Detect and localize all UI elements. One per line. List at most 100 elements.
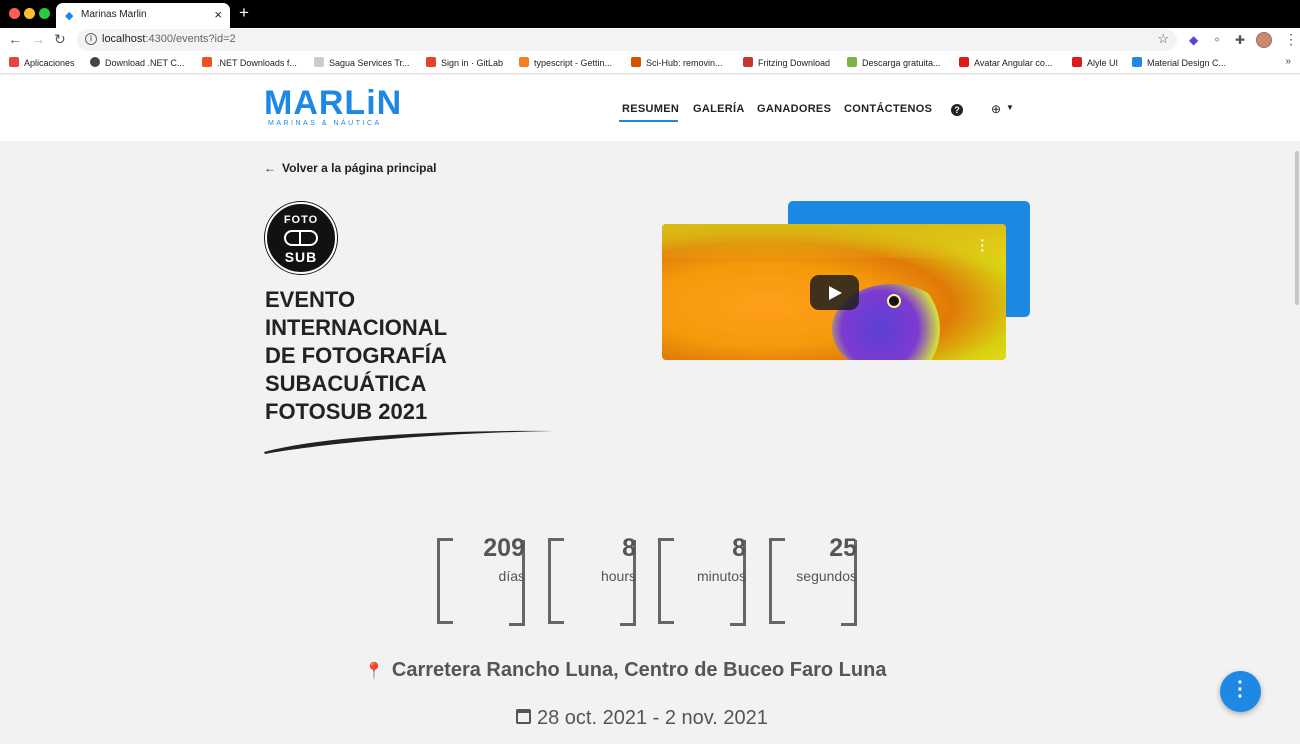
material-design-icon [1132, 57, 1142, 67]
microsoft-icon [202, 57, 212, 67]
event-video[interactable]: · · · [662, 224, 1006, 360]
bookmark-item[interactable]: Aplicaciones [9, 57, 75, 68]
video-frame-band [662, 224, 1006, 258]
back-to-home-link[interactable]: ← Volver a la página principal [264, 161, 437, 175]
event-title-line: FOTOSUB 2021 [265, 399, 428, 424]
bookmark-item[interactable]: Sagua Services Tr... [314, 57, 410, 68]
dates-text: 28 oct. 2021 - 2 nov. 2021 [537, 707, 768, 729]
event-title: EVENTO INTERNACIONAL DE FOTOGRAFÍA SUBAC… [265, 286, 447, 426]
browser-menu-icon[interactable]: ⋮ [1284, 31, 1298, 48]
countdown-label: hours [600, 568, 636, 584]
stackoverflow-icon [519, 57, 529, 67]
bracket-corner [548, 538, 564, 624]
extension-icon[interactable]: ⚬ [1212, 33, 1222, 47]
bookmark-item[interactable]: Fritzing Download [743, 57, 830, 68]
countdown-days: 209 días [437, 534, 525, 626]
scrollbar-thumb[interactable] [1295, 151, 1299, 305]
scihub-icon [631, 57, 641, 67]
bookmark-label: .NET Downloads f... [217, 58, 297, 68]
bookmark-item[interactable]: Sign in · GitLab [426, 57, 503, 68]
bracket-corner [769, 538, 785, 624]
close-window-button[interactable] [9, 8, 20, 19]
close-tab-icon[interactable]: × [214, 7, 222, 22]
help-icon[interactable]: ? [951, 104, 963, 116]
bookmark-label: typescript - Gettin... [534, 58, 613, 68]
bookmark-star-icon[interactable]: ☆ [1157, 31, 1169, 47]
countdown-label: minutos [696, 568, 746, 584]
video-more-icon[interactable]: · · · [980, 233, 985, 257]
bookmark-label: Sign in · GitLab [441, 58, 504, 68]
bracket-corner [658, 538, 674, 624]
floating-menu-button[interactable]: · · · [1220, 671, 1261, 712]
event-title-line: EVENTO [265, 287, 356, 312]
fotosub-logo: FOTO SUB [265, 202, 337, 274]
bookmark-label: Aplicaciones [24, 58, 75, 68]
bookmarks-bar: Aplicaciones Download .NET C... .NET Dow… [0, 53, 1300, 74]
marlin-logo[interactable]: MARLiN MARINAS & NÁUTICA [264, 86, 401, 132]
android-icon [847, 57, 857, 67]
angular-icon [959, 57, 969, 67]
url-path: :4300/events?id=2 [145, 33, 236, 45]
back-arrow-icon[interactable]: ← [8, 31, 22, 47]
countdown-value: 25 [829, 534, 857, 562]
bookmark-label: Sagua Services Tr... [329, 58, 410, 68]
bookmark-item[interactable]: Alyle UI [1072, 57, 1118, 68]
logo-tagline: MARINAS & NÁUTICA [268, 120, 382, 127]
minimize-window-button[interactable] [24, 8, 35, 19]
nav-ganadores[interactable]: GANADORES [757, 103, 831, 115]
globe-icon[interactable]: ⊕ [991, 102, 1001, 116]
site-info-icon[interactable]: i [85, 33, 97, 45]
bookmark-item[interactable]: typescript - Gettin... [519, 57, 612, 68]
apps-grid-icon [9, 57, 19, 67]
caret-down-icon[interactable]: ▼ [1006, 103, 1014, 112]
forward-arrow-icon[interactable]: → [31, 31, 45, 47]
nav-contactenos[interactable]: CONTÁCTENOS [844, 103, 932, 115]
diving-mask-icon [284, 230, 318, 246]
bookmark-item[interactable]: .NET Downloads f... [202, 57, 297, 68]
address-bar[interactable]: i localhost:4300/events?id=2 ☆ [77, 29, 1177, 51]
site-header: MARLiN MARINAS & NÁUTICA RESUMEN GALERÍA… [0, 75, 1300, 141]
countdown-value: 8 [622, 534, 636, 562]
reload-icon[interactable]: ↻ [54, 31, 66, 48]
browser-tab-bar: ◆ Marinas Marlin × + [0, 0, 1300, 28]
marlin-favicon-icon: ◆ [65, 10, 74, 22]
countdown-seconds: 25 segundos [769, 534, 857, 626]
countdown-hours: 8 hours [548, 534, 636, 626]
video-fish-eye [887, 294, 901, 308]
title-underline-swoosh [264, 430, 553, 454]
new-tab-button[interactable]: + [239, 3, 249, 23]
bookmark-item[interactable]: Avatar Angular co... [959, 57, 1052, 68]
gitlab-icon [426, 57, 436, 67]
bookmark-label: Material Design C... [1147, 58, 1227, 68]
location-text: Carretera Rancho Luna, Centro de Buceo F… [391, 659, 887, 681]
dotnet-icon [90, 57, 100, 67]
play-icon[interactable] [810, 275, 859, 310]
tab-title: Marinas Marlin [81, 9, 147, 20]
page-scrollbar[interactable] [1294, 75, 1300, 744]
event-title-line: SUBACUÁTICA [265, 371, 427, 396]
extensions-puzzle-icon[interactable]: ✚ [1235, 33, 1245, 47]
fotosub-logo-bottom: SUB [284, 249, 318, 265]
event-title-line: INTERNACIONAL [265, 315, 448, 340]
map-pin-icon: 📍 [364, 663, 384, 680]
bookmark-item[interactable]: Material Design C... [1132, 57, 1226, 68]
calendar-icon [516, 709, 531, 724]
vertical-dots-icon: · · · [1237, 672, 1244, 708]
nav-resumen[interactable]: RESUMEN [622, 103, 679, 115]
nav-galeria[interactable]: GALERÍA [693, 103, 745, 115]
event-dates: 28 oct. 2021 - 2 nov. 2021 [516, 707, 768, 730]
browser-tab[interactable]: ◆ Marinas Marlin × [56, 3, 230, 28]
countdown-minutes: 8 minutos [658, 534, 746, 626]
bookmark-item[interactable]: Descarga gratuita... [847, 57, 941, 68]
maximize-window-button[interactable] [39, 8, 50, 19]
bookmark-item[interactable]: Sci-Hub: removin... [631, 57, 723, 68]
event-title-line: DE FOTOGRAFÍA [265, 343, 447, 368]
event-location: 📍 Carretera Rancho Luna, Centro de Buceo … [364, 659, 886, 682]
url-text[interactable]: localhost:4300/events?id=2 [102, 33, 236, 45]
fotosub-logo-top: FOTO [283, 214, 319, 226]
profile-avatar[interactable] [1256, 32, 1272, 48]
extension-icon[interactable]: ◆ [1189, 33, 1198, 47]
more-bookmarks-button[interactable]: » [1285, 56, 1291, 67]
countdown-value: 8 [732, 534, 746, 562]
bookmark-item[interactable]: Download .NET C... [90, 57, 184, 68]
